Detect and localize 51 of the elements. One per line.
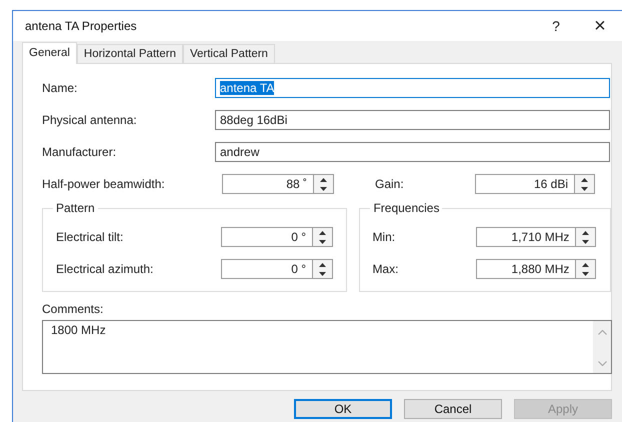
spin-field[interactable]: 1,710 MHz	[476, 227, 576, 247]
field-label: Name:	[42, 81, 78, 95]
field-label: Manufacturer:	[42, 145, 118, 159]
spin-field[interactable]: 0 °	[221, 227, 313, 247]
up-arrow-icon	[582, 230, 590, 234]
field-label: Min:	[372, 230, 396, 244]
down-arrow-icon	[319, 240, 326, 244]
field-label: Electrical azimuth:	[55, 262, 154, 276]
text-field[interactable]: antena TA	[215, 78, 610, 98]
down-arrow-icon	[320, 186, 327, 190]
spin-field[interactable]: 16 dBi	[475, 174, 575, 194]
field-label: Half-power beamwidth:	[42, 177, 166, 191]
close-button[interactable]: ×	[578, 14, 622, 38]
spin-buttons[interactable]	[313, 227, 333, 247]
up-arrow-icon	[582, 262, 590, 266]
tab[interactable]: Horizontal Pattern	[76, 44, 183, 63]
dialog-button[interactable]: Cancel	[404, 399, 502, 419]
group-title: Pattern	[53, 201, 98, 215]
spin-buttons[interactable]	[576, 227, 596, 247]
spin-buttons[interactable]	[313, 259, 333, 279]
field-label: Physical antenna:	[42, 113, 138, 127]
field-label: Gain:	[375, 177, 405, 191]
down-arrow-icon	[319, 272, 326, 276]
scrollbar[interactable]	[593, 321, 611, 373]
down-arrow-icon	[581, 186, 588, 190]
field-label: Max:	[372, 262, 400, 276]
spin-buttons[interactable]	[314, 174, 334, 194]
spin-field[interactable]: 88 ˚	[222, 174, 314, 194]
text-field[interactable]: andrew	[215, 142, 610, 162]
scroll-down-icon	[598, 361, 606, 366]
up-arrow-icon	[319, 262, 326, 266]
comments-label: Comments:	[42, 302, 104, 316]
up-arrow-icon	[320, 178, 327, 182]
spin-buttons[interactable]	[575, 174, 595, 194]
window-title: antena TA Properties	[25, 19, 138, 33]
scroll-up-icon	[598, 330, 606, 335]
down-arrow-icon	[582, 240, 590, 244]
field-label: Electrical tilt:	[55, 230, 124, 244]
tab[interactable]: General	[22, 42, 77, 64]
spin-field[interactable]: 1,880 MHz	[476, 259, 576, 279]
help-button[interactable]: ?	[534, 18, 578, 34]
dialog-button[interactable]: OK	[294, 399, 392, 419]
text-field[interactable]: 88deg 16dBi	[215, 110, 610, 130]
spin-field[interactable]: 0 °	[221, 259, 313, 279]
comments-field[interactable]: 1800 MHz	[42, 320, 612, 374]
down-arrow-icon	[582, 272, 590, 276]
spin-buttons[interactable]	[576, 259, 596, 279]
up-arrow-icon	[319, 230, 326, 234]
up-arrow-icon	[581, 178, 588, 182]
group-title: Frequencies	[370, 201, 442, 215]
tab[interactable]: Vertical Pattern	[182, 44, 275, 63]
